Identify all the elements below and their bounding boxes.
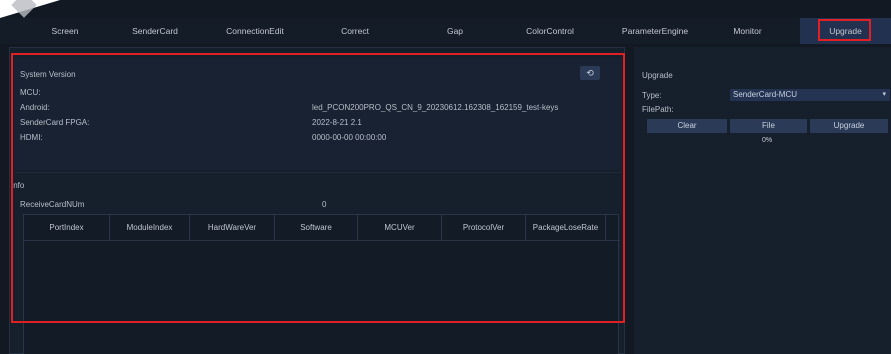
upgrade-tab-highlight xyxy=(818,19,871,41)
file-button[interactable]: File xyxy=(730,119,807,133)
type-select-value: SenderCard-MCU xyxy=(733,90,798,99)
tab-screen[interactable]: Screen xyxy=(35,18,95,44)
watermark-shape xyxy=(11,0,37,18)
progress-percent: 0% xyxy=(762,137,773,144)
tab-sendercard[interactable]: SenderCard xyxy=(115,18,195,44)
tab-connectionedit[interactable]: ConnectionEdit xyxy=(205,18,305,44)
chevron-down-icon: ▾ xyxy=(882,91,886,98)
tab-gap[interactable]: Gap xyxy=(430,18,480,44)
tab-bar: Screen SenderCard ConnectionEdit Correct… xyxy=(0,18,891,44)
filepath-label: FilePath: xyxy=(642,105,674,114)
clear-button[interactable]: Clear xyxy=(647,119,727,133)
highlight-frame xyxy=(11,53,625,323)
upgrade-title: Upgrade xyxy=(642,71,673,80)
tab-colorcontrol[interactable]: ColorControl xyxy=(510,18,590,44)
app-window: Screen SenderCard ConnectionEdit Correct… xyxy=(0,0,891,354)
tab-monitor[interactable]: Monitor xyxy=(720,18,775,44)
tab-parameterengine[interactable]: ParameterEngine xyxy=(610,18,700,44)
tab-correct[interactable]: Correct xyxy=(325,18,385,44)
type-label: Type: xyxy=(642,91,662,100)
upgrade-button[interactable]: Upgrade xyxy=(810,119,888,133)
type-select[interactable]: SenderCard-MCU ▾ xyxy=(730,89,890,101)
